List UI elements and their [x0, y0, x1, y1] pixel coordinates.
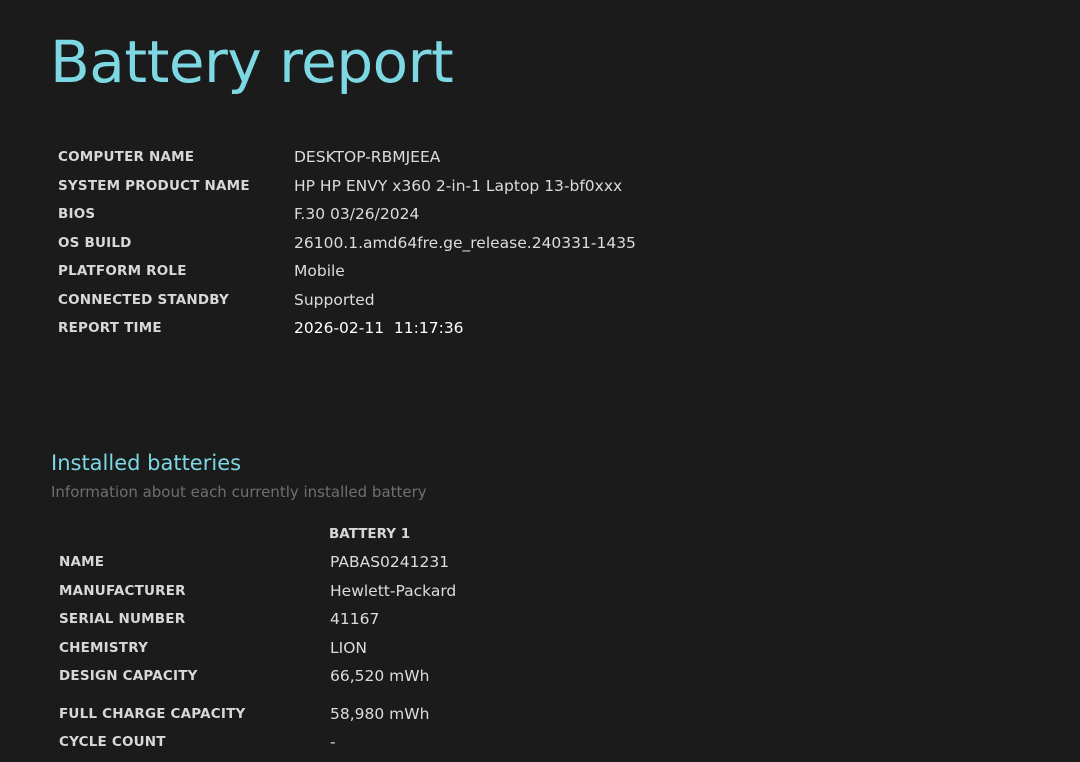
battery-value: Hewlett-Packard	[330, 581, 457, 600]
info-row-computer-name: COMPUTER NAME DESKTOP-RBMJEEA	[58, 143, 636, 172]
battery-row-serial-number: SERIAL NUMBER 41167	[59, 605, 456, 634]
info-value: 26100.1.amd64fre.ge_release.240331-1435	[294, 233, 636, 252]
battery-value: -	[330, 733, 336, 752]
battery-row-name: NAME PABAS0241231	[59, 548, 456, 577]
info-value: Supported	[294, 290, 375, 309]
system-info-table: COMPUTER NAME DESKTOP-RBMJEEA SYSTEM PRO…	[58, 143, 636, 343]
battery-row-design-capacity: DESIGN CAPACITY 66,520 mWh	[59, 662, 456, 691]
battery-value: PABAS0241231	[330, 553, 450, 572]
info-label: OS BUILD	[58, 234, 132, 251]
info-label: SYSTEM PRODUCT NAME	[58, 177, 250, 194]
battery-label: DESIGN CAPACITY	[59, 668, 198, 685]
installed-batteries-subtitle: Information about each currently install…	[51, 483, 427, 501]
battery-value: 41167	[330, 610, 380, 629]
info-row-report-time: REPORT TIME 2026-02-11 11:17:36	[58, 314, 636, 343]
installed-batteries-table: NAME PABAS0241231 MANUFACTURER Hewlett-P…	[59, 548, 456, 757]
info-value: Mobile	[294, 262, 345, 281]
info-row-connected-standby: CONNECTED STANDBY Supported	[58, 286, 636, 315]
info-value: DESKTOP-RBMJEEA	[294, 148, 441, 167]
battery-value: 66,520 mWh	[330, 667, 430, 686]
battery-value: 58,980 mWh	[330, 704, 430, 723]
battery-label: MANUFACTURER	[59, 582, 186, 599]
installed-batteries-heading: Installed batteries	[51, 451, 242, 475]
info-label: REPORT TIME	[58, 320, 162, 337]
info-row-system-product-name: SYSTEM PRODUCT NAME HP HP ENVY x360 2-in…	[58, 172, 636, 201]
report-time-value: 2026-02-11 11:17:36	[294, 319, 464, 338]
battery-label: NAME	[59, 554, 105, 571]
info-label: CONNECTED STANDBY	[58, 291, 230, 308]
battery-row-manufacturer: MANUFACTURER Hewlett-Packard	[59, 577, 456, 606]
info-row-bios: BIOS F.30 03/26/2024	[58, 200, 636, 229]
info-label: BIOS	[58, 206, 96, 223]
battery-label: CHEMISTRY	[59, 639, 149, 656]
page-title: Battery report	[50, 28, 454, 96]
info-value: HP HP ENVY x360 2-in-1 Laptop 13-bf0xxx	[294, 176, 623, 195]
battery-column-header: BATTERY 1	[329, 526, 411, 542]
battery-label: FULL CHARGE CAPACITY	[59, 705, 246, 722]
battery-row-chemistry: CHEMISTRY LION	[59, 634, 456, 663]
info-row-os-build: OS BUILD 26100.1.amd64fre.ge_release.240…	[58, 229, 636, 258]
battery-value: LION	[330, 638, 368, 657]
battery-row-cycle-count: CYCLE COUNT -	[59, 728, 456, 757]
battery-label: CYCLE COUNT	[59, 734, 166, 751]
info-row-platform-role: PLATFORM ROLE Mobile	[58, 257, 636, 286]
info-value: F.30 03/26/2024	[294, 205, 420, 224]
info-label: PLATFORM ROLE	[58, 263, 187, 280]
battery-row-full-charge-capacity: FULL CHARGE CAPACITY 58,980 mWh	[59, 700, 456, 729]
battery-label: SERIAL NUMBER	[59, 611, 186, 628]
info-label: COMPUTER NAME	[58, 149, 195, 166]
